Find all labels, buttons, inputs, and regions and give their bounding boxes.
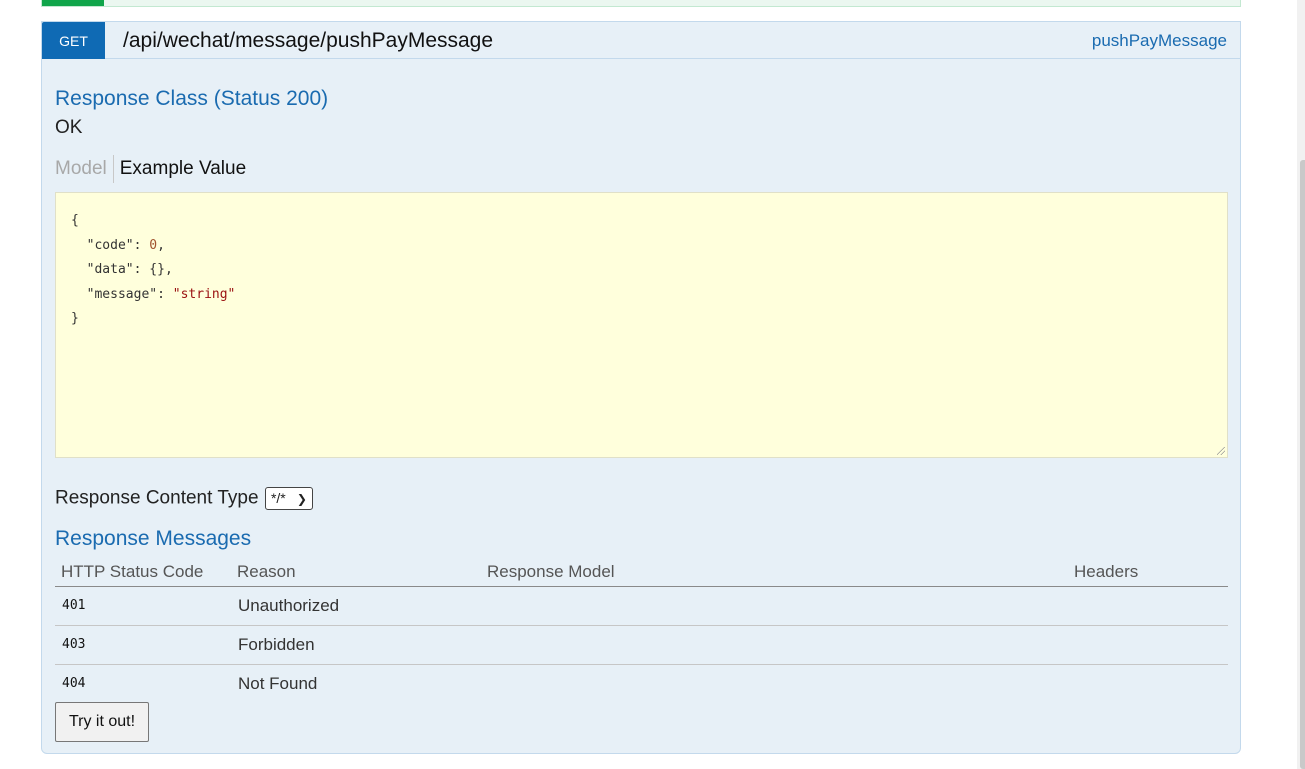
previous-method-badge[interactable] [42,0,104,6]
json-key: "message" [86,286,158,302]
table-row: 404 Not Found [55,664,1228,703]
operation-panel: GET /api/wechat/message/pushPayMessage p… [41,21,1241,754]
try-it-out-button[interactable]: Try it out! [55,702,149,742]
code-line: } [71,311,79,326]
json-trailing-comma: , [164,262,173,277]
code-line: { [71,213,79,228]
response-messages-table: HTTP Status Code Reason Response Model H… [55,558,1228,703]
headers-cell [1068,586,1228,626]
operation-path[interactable]: /api/wechat/message/pushPayMessage [123,27,493,55]
reason-cell: Not Found [238,673,318,693]
signature-tabs: Model Example Value [55,155,246,185]
column-header-status-code: HTTP Status Code [55,558,231,587]
response-class-description: OK [55,117,83,138]
response-class-heading: Response Class (Status 200) [55,87,329,110]
response-messages-heading: Response Messages [55,527,252,550]
table-row: 403 Forbidden [55,625,1228,665]
json-separator: : [133,237,150,253]
column-header-headers: Headers [1068,558,1228,587]
response-model-cell [481,664,1068,703]
code-line: "code": 0, [71,234,1227,259]
table-header-row: HTTP Status Code Reason Response Model H… [55,558,1228,587]
json-value: "string" [172,286,236,302]
example-value-box[interactable]: { "code": 0, "data": {}, "message": "str… [55,192,1228,458]
response-content-type-label: Response Content Type [55,487,259,509]
response-model-cell [481,625,1068,665]
json-value: {} [149,262,165,277]
json-value: 0 [149,237,158,253]
tab-model[interactable]: Model [55,155,114,183]
column-header-response-model: Response Model [481,558,1068,587]
code-line: "message": "string" [71,283,1227,308]
scrollbar-thumb[interactable] [1300,160,1305,769]
json-key: "code" [86,237,134,253]
reason-cell: Unauthorized [231,586,481,626]
resize-handle-icon[interactable] [1217,447,1225,455]
json-trailing-comma: , [157,237,165,253]
response-model-cell [481,586,1068,626]
tab-example-value[interactable]: Example Value [114,155,246,183]
previous-operation-edge[interactable] [41,0,1241,7]
chevron-down-icon: ❯ [296,492,307,506]
operation-heading[interactable]: GET /api/wechat/message/pushPayMessage p… [42,22,1240,59]
response-content-type-row: Response Content Type */* ❯ [55,487,313,510]
json-separator: : [133,262,150,277]
status-code-cell: 404 [62,676,86,692]
status-code-cell: 401 [55,586,231,626]
method-badge[interactable]: GET [42,22,105,59]
headers-cell [1068,664,1228,703]
headers-cell [1068,625,1228,665]
operation-nickname-link[interactable]: pushPayMessage [1092,30,1227,52]
response-content-type-select[interactable]: */* ❯ [264,487,313,510]
json-key: "data" [86,262,134,277]
reason-cell: Forbidden [231,625,481,665]
content-type-selected-value: */* [270,490,286,506]
code-line: "data": {}, [71,258,1227,283]
column-header-reason: Reason [231,558,481,587]
status-code-cell: 403 [55,625,231,665]
table-row: 401 Unauthorized [55,586,1228,626]
json-separator: : [157,286,173,302]
